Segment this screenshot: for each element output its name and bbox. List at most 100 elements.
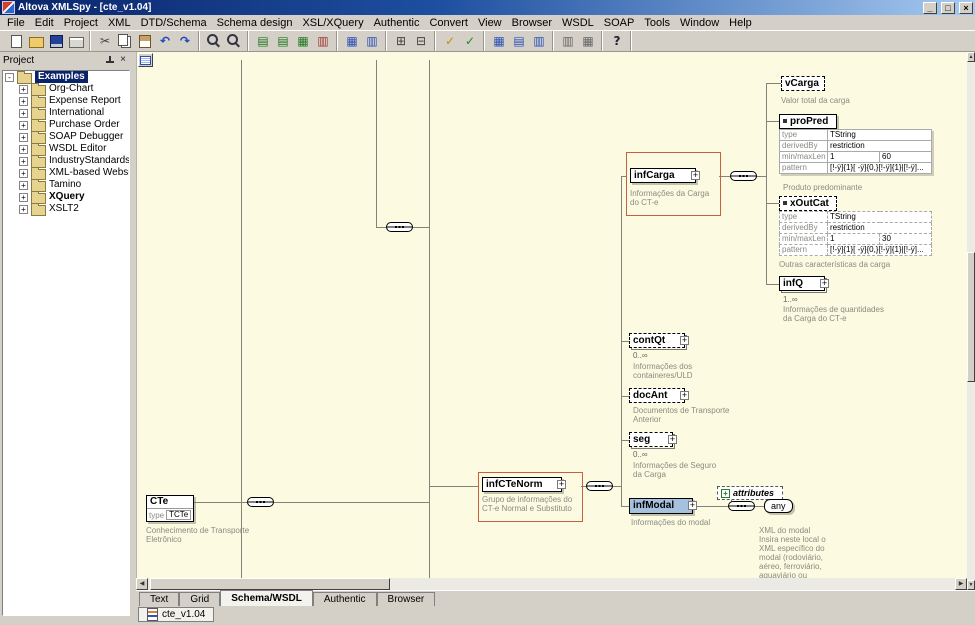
element-docant[interactable]: docAnt + (629, 388, 685, 403)
expand-icon[interactable]: + (19, 181, 28, 190)
show-globals-button[interactable] (138, 53, 153, 67)
open-file-icon[interactable] (26, 32, 46, 50)
find-icon[interactable] (204, 32, 224, 50)
menu-item-xml[interactable]: XML (103, 17, 136, 29)
element-cte[interactable]: CTe type TCTe (146, 495, 194, 522)
maximize-button[interactable]: □ (941, 2, 955, 14)
view-tab-grid[interactable]: Grid (179, 592, 220, 606)
menu-item-file[interactable]: File (2, 17, 30, 29)
insert-row-icon[interactable]: ▤ (273, 32, 293, 50)
element-seg[interactable]: seg + (629, 432, 673, 447)
view-tab-browser[interactable]: Browser (377, 592, 436, 606)
expand-icon[interactable]: ⊞ (391, 32, 411, 50)
menu-item-wsdl[interactable]: WSDL (557, 17, 599, 29)
view-tab-schema-wsdl[interactable]: Schema/WSDL (220, 590, 313, 606)
generate-sample-xml-icon[interactable]: ▥ (529, 32, 549, 50)
tree-item-wsdl-editor[interactable]: +WSDL Editor (3, 143, 129, 155)
help-icon[interactable]: ? (607, 32, 627, 50)
facets-table-xoutcat[interactable]: typeTString derivedByrestriction min/max… (779, 211, 932, 256)
expand-icon[interactable]: + (820, 279, 829, 288)
paste-icon[interactable] (135, 32, 155, 50)
expand-icon[interactable]: + (19, 193, 28, 202)
element-any[interactable]: any (764, 499, 793, 513)
horizontal-scrollbar[interactable]: ◀ ▶ (136, 578, 967, 590)
tree-item-tamino[interactable]: +Tamino (3, 179, 129, 191)
delete-row-icon[interactable]: ▥ (313, 32, 333, 50)
sequence-icon[interactable] (386, 220, 413, 234)
menu-item-dtd-schema[interactable]: DTD/Schema (136, 17, 212, 29)
element-infmodal[interactable]: infModal + (629, 498, 693, 514)
tree-item-industrystandards[interactable]: +IndustryStandards (3, 155, 129, 167)
menu-item-window[interactable]: Window (675, 17, 724, 29)
view-tab-text[interactable]: Text (139, 592, 179, 606)
expand-attributes-icon[interactable]: + (721, 489, 730, 498)
enhanced-grid-view-icon[interactable]: ▦ (342, 32, 362, 50)
expand-icon[interactable]: + (19, 97, 28, 106)
element-infctenorm[interactable]: infCTeNorm + (482, 477, 562, 492)
menu-item-help[interactable]: Help (724, 17, 757, 29)
sequence-icon[interactable] (247, 495, 274, 509)
menu-item-view[interactable]: View (473, 17, 507, 29)
sequence-icon[interactable] (586, 479, 613, 493)
validate-icon[interactable]: ✓ (460, 32, 480, 50)
collapse-icon[interactable]: ⊟ (411, 32, 431, 50)
expand-icon[interactable]: + (19, 205, 28, 214)
vertical-scrollbar[interactable]: ▲ ▼ (967, 52, 975, 590)
tree-item-xquery[interactable]: +XQuery (3, 191, 129, 203)
scroll-down-icon[interactable]: ▼ (967, 580, 975, 590)
print-icon[interactable] (66, 32, 86, 50)
menu-item-xsl-xquery[interactable]: XSL/XQuery (297, 17, 368, 29)
minimize-button[interactable]: _ (923, 2, 937, 14)
sequence-icon[interactable] (730, 169, 757, 183)
scroll-right-icon[interactable]: ▶ (955, 578, 967, 590)
check-wellformed-icon[interactable]: ✓ (440, 32, 460, 50)
tree-item-purchase-order[interactable]: +Purchase Order (3, 119, 129, 131)
pin-icon[interactable] (105, 56, 114, 65)
tree-item-expense-report[interactable]: +Expense Report (3, 95, 129, 107)
element-infq[interactable]: infQ + (779, 276, 825, 291)
table-view-icon[interactable]: ▥ (362, 32, 382, 50)
expand-icon[interactable]: + (19, 145, 28, 154)
scroll-left-icon[interactable]: ◀ (136, 578, 148, 590)
tree-item-org-chart[interactable]: +Org-Chart (3, 83, 129, 95)
expand-icon[interactable]: + (668, 435, 677, 444)
schema-settings-icon[interactable]: ▤ (509, 32, 529, 50)
expand-icon[interactable]: + (19, 157, 28, 166)
element-infcarga[interactable]: infCarga + (630, 168, 696, 183)
menu-item-browser[interactable]: Browser (507, 17, 557, 29)
sequence-icon[interactable] (728, 499, 755, 513)
tree-item-xml-based-website[interactable]: +XML-based Website (3, 167, 129, 179)
tree-item-xslt2[interactable]: +XSLT2 (3, 203, 129, 215)
expand-icon[interactable]: + (680, 391, 689, 400)
attributes-box[interactable]: + attributes (717, 486, 783, 500)
convert-database-icon[interactable]: ▦ (578, 32, 598, 50)
menu-item-schema-design[interactable]: Schema design (212, 17, 298, 29)
scroll-up-icon[interactable]: ▲ (967, 52, 975, 62)
horizontal-scroll-thumb[interactable] (150, 578, 390, 590)
tree-item-soap-debugger[interactable]: +SOAP Debugger (3, 131, 129, 143)
tree-item-examples[interactable]: - Examples (3, 71, 129, 83)
element-propred[interactable]: proPred (779, 114, 837, 129)
collapse-icon[interactable]: - (5, 73, 14, 82)
element-contqt[interactable]: contQt + (629, 333, 685, 348)
element-vcarga[interactable]: vCarga (781, 76, 825, 91)
expand-icon[interactable]: + (680, 336, 689, 345)
expand-icon[interactable]: + (557, 480, 566, 489)
cut-icon[interactable]: ✂ (95, 32, 115, 50)
tree-item-international[interactable]: +International (3, 107, 129, 119)
facets-table-propred[interactable]: typeTString derivedByrestriction min/max… (779, 129, 932, 174)
database-query-icon[interactable]: ▥ (558, 32, 578, 50)
vertical-scroll-thumb[interactable] (967, 252, 975, 382)
element-xoutcat[interactable]: xOutCat (779, 196, 837, 211)
save-file-icon[interactable] (46, 32, 66, 50)
expand-icon[interactable]: + (19, 85, 28, 94)
expand-icon[interactable]: + (19, 169, 28, 178)
expand-icon[interactable]: + (19, 121, 28, 130)
close-button[interactable]: × (959, 2, 973, 14)
menu-item-tools[interactable]: Tools (639, 17, 675, 29)
menu-item-soap[interactable]: SOAP (599, 17, 640, 29)
menu-item-edit[interactable]: Edit (30, 17, 59, 29)
add-child-icon[interactable]: ▦ (293, 32, 313, 50)
redo-icon[interactable]: ↷ (175, 32, 195, 50)
menu-item-project[interactable]: Project (59, 17, 103, 29)
